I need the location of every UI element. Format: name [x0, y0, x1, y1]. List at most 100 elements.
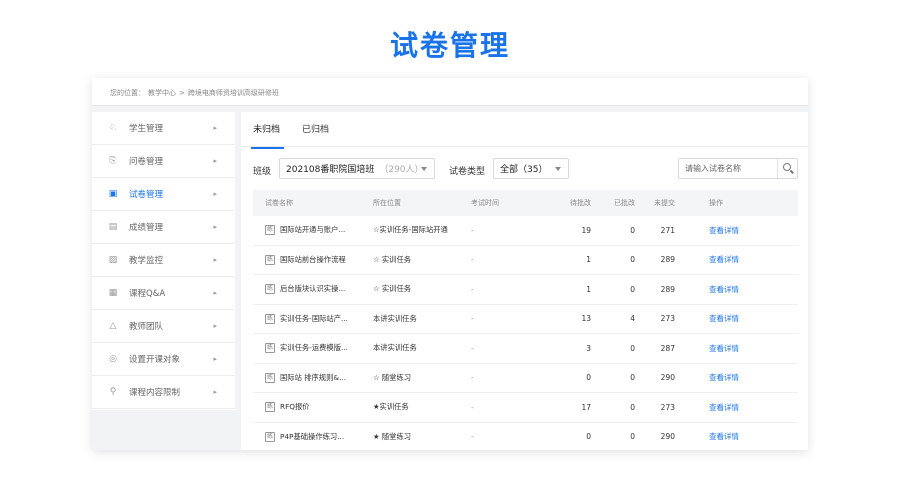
unsubmitted-count: 290 [660, 432, 675, 442]
class-label: 班级 [253, 167, 272, 177]
location-cell: ☆ 实训任务 [373, 284, 412, 294]
paper-name: RFQ报价 [280, 402, 310, 412]
header-unsubmitted: 未提交 [654, 199, 675, 207]
table-row: 练后台版块认识实操... ☆ 实训任务 -1 0 289 查看详情 [253, 275, 798, 305]
table-row: 练 RFQ报价 ★实训任务 - 17 0 273 查看详情 [253, 393, 798, 423]
sidebar-item-2[interactable]: ▣ 试卷管理 ▸ [92, 178, 235, 211]
sidebar-item-0[interactable]: ♘ 学生管理 ▸ [92, 112, 235, 145]
sidebar-item-label: 成绩管理 [129, 223, 164, 233]
graded-count: 0 [630, 284, 635, 294]
action-cell: 查看详情 [709, 275, 769, 304]
pending-count: 3 [586, 343, 591, 353]
monitor-icon: ▨ [108, 255, 118, 265]
class-select[interactable]: 202108番职院国培班 （290人） [279, 158, 435, 179]
view-details-link[interactable]: 查看详情 [709, 313, 739, 324]
table-row: 练国际站前台操作流程 ☆ 实训任务 -1 0 289 查看详情 [253, 246, 798, 275]
location-cell: 本讲实训任务 [373, 313, 417, 323]
location-cell: ★ 随堂练习 [373, 431, 412, 441]
sidebar-item-3[interactable]: ▤ 成绩管理 ▸ [92, 211, 235, 244]
header-name: 试卷名称 [265, 199, 293, 207]
view-details-link[interactable]: 查看详情 [709, 372, 739, 383]
target-icon: ◎ [109, 354, 117, 364]
practice-tag: 练 [265, 313, 275, 324]
exam-time-cell: - [471, 373, 474, 383]
chevron-right-icon: ▸ [213, 388, 217, 396]
unsubmitted-count: 290 [660, 373, 675, 383]
header-location: 所在位置 [373, 199, 401, 207]
paper-name-cell: 练 RFQ报价 [265, 393, 371, 422]
exam-time-cell: - [471, 343, 474, 353]
class-select-value: 202108番职院国培班 [286, 165, 375, 175]
paper-type-select[interactable]: 全部（35） [493, 158, 569, 179]
table-row: 练国际站 排序规则&... ☆ 随堂练习 -0 0 290 查看详情 [253, 364, 798, 393]
view-details-link[interactable]: 查看详情 [709, 343, 739, 354]
pending-count: 19 [581, 225, 591, 235]
header-pending: 待批改 [570, 199, 591, 207]
paper-name: 实训任务-国际站产... [280, 313, 348, 323]
action-cell: 查看详情 [709, 305, 769, 334]
breadcrumb-item-teaching-center[interactable]: 教学中心 [148, 89, 176, 97]
view-details-link[interactable]: 查看详情 [709, 431, 739, 442]
paper-name-cell: 练实训任务-运费模版... [265, 334, 371, 363]
sidebar-item-4[interactable]: ▨ 教学监控 ▸ [92, 244, 235, 277]
tab-bar: 未归档 已归档 [250, 122, 351, 149]
sidebar-item-5[interactable]: ▦ 课程Q&A ▸ [92, 277, 235, 310]
view-details-link[interactable]: 查看详情 [709, 225, 739, 236]
sidebar-item-label: 课程内容限制 [129, 388, 181, 398]
sidebar-item-7[interactable]: ◎ 设置开课对象 ▸ [92, 343, 235, 376]
class-select-count: （290人） [379, 165, 424, 175]
user-icon: ♘ [108, 123, 118, 133]
action-cell: 查看详情 [709, 334, 769, 363]
tab-archived[interactable]: 已归档 [302, 122, 329, 146]
breadcrumb-separator: > [179, 89, 185, 97]
exam-time-cell: - [471, 314, 474, 324]
sidebar-item-1[interactable]: ⎘ 问卷管理 ▸ [92, 145, 235, 178]
tab-divider [241, 146, 808, 147]
practice-tag: 练 [265, 372, 275, 383]
action-cell: 查看详情 [709, 216, 769, 245]
chevron-right-icon: ▸ [213, 223, 217, 231]
chevron-right-icon: ▸ [213, 322, 217, 330]
location-cell: ☆ 随堂练习 [373, 372, 412, 382]
paper-name-cell: 练 P4P基础操作练习... [265, 423, 371, 451]
action-cell: 查看详情 [709, 393, 769, 422]
paper-name: 国际站开通与账户... [280, 225, 346, 235]
graded-count: 0 [630, 432, 635, 442]
sidebar-item-6[interactable]: △ 教师团队 ▸ [92, 310, 235, 343]
limit-icon: ⚲ [109, 387, 117, 397]
header-action: 操作 [709, 199, 723, 207]
table-row: 练 P4P基础操作练习... ★ 随堂练习 - 0 0 290 查看详情 [253, 423, 798, 451]
action-cell: 查看详情 [709, 246, 769, 275]
sidebar-item-label: 课程Q&A [129, 289, 166, 299]
table-header: 试卷名称 所在位置 考试时间 待批改 已批改 未提交 操作 [253, 190, 798, 216]
pending-count: 13 [581, 314, 591, 324]
main-panel: 未归档 已归档 班级 202108番职院国培班 （290人） 试卷类型 全部（3… [241, 112, 808, 450]
breadcrumb-prefix: 您的位置： [110, 89, 145, 97]
unsubmitted-count: 273 [660, 314, 675, 324]
filter-bar: 班级 202108番职院国培班 （290人） 试卷类型 全部（35） [253, 158, 798, 180]
sidebar-item-label: 学生管理 [129, 124, 164, 134]
practice-tag: 练 [265, 431, 275, 442]
search-icon[interactable] [777, 159, 797, 178]
view-details-link[interactable]: 查看详情 [709, 402, 739, 413]
sidebar-item-label: 设置开课对象 [129, 355, 181, 365]
pending-count: 1 [586, 255, 591, 265]
unsubmitted-count: 289 [660, 255, 675, 265]
app-window: 您的位置： 教学中心 > 跨境电商师资培训高级研修班 ♘ 学生管理 ▸ ⎘ 问卷管理 ▸ ▣ 试卷管… [92, 78, 808, 450]
table-row: 练实训任务-国际站产... 本讲实训任务 - 13 4 273 查看详情 [253, 305, 798, 334]
chevron-right-icon: ▸ [213, 190, 217, 198]
grade-icon: ▤ [108, 222, 118, 232]
sidebar-item-8[interactable]: ⚲ 课程内容限制 ▸ [92, 376, 235, 409]
exam-time-cell: - [471, 225, 474, 235]
location-cell: ☆实训任务-国际站开通 [373, 225, 448, 235]
tab-unarchived[interactable]: 未归档 [250, 122, 285, 149]
practice-tag: 练 [265, 284, 275, 295]
view-details-link[interactable]: 查看详情 [709, 284, 739, 295]
graded-count: 4 [630, 314, 635, 324]
survey-icon: ⎘ [109, 156, 117, 166]
view-details-link[interactable]: 查看详情 [709, 254, 739, 265]
practice-tag: 练 [265, 343, 275, 354]
qa-icon: ▦ [108, 288, 118, 298]
search-input[interactable] [679, 159, 775, 178]
graded-count: 0 [630, 343, 635, 353]
